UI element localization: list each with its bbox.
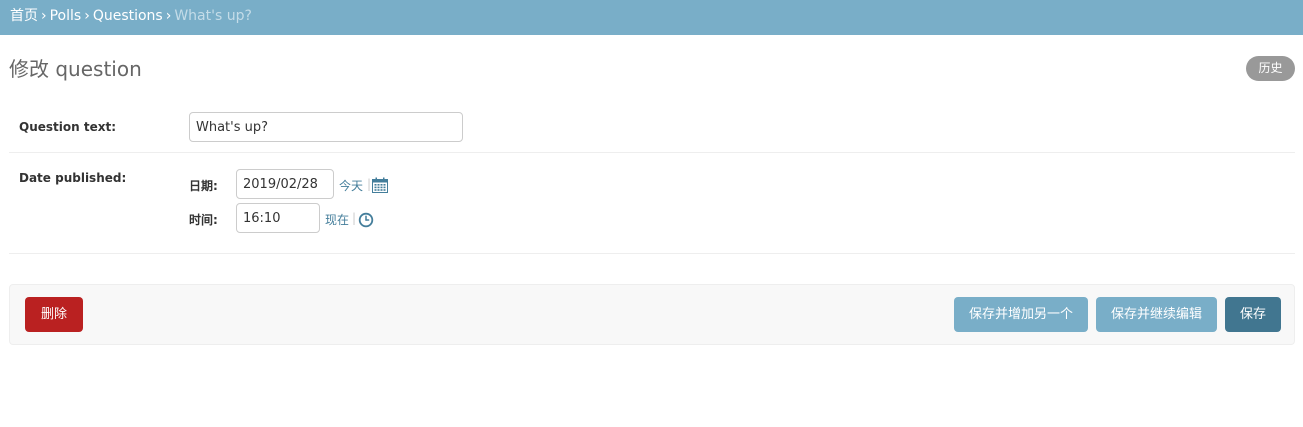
breadcrumb-separator: › bbox=[84, 8, 90, 24]
question-text-row: Question text: bbox=[9, 100, 1295, 153]
history-button[interactable]: 历史 bbox=[1246, 56, 1295, 81]
page-title: 修改 question bbox=[9, 57, 142, 81]
breadcrumb-polls-link[interactable]: Polls bbox=[50, 8, 82, 24]
breadcrumb: 首页 › Polls › Questions › What's up? bbox=[0, 0, 1303, 35]
shortcut-separator: | bbox=[352, 211, 357, 225]
breadcrumb-home-link[interactable]: 首页 bbox=[10, 8, 38, 24]
clock-icon[interactable] bbox=[358, 212, 374, 228]
time-input[interactable] bbox=[236, 203, 320, 233]
save-and-add-another-button[interactable]: 保存并增加另一个 bbox=[954, 297, 1088, 332]
today-link[interactable]: 今天 bbox=[339, 177, 363, 194]
date-input[interactable] bbox=[236, 169, 334, 199]
question-text-input[interactable] bbox=[189, 112, 463, 142]
calendar-icon[interactable] bbox=[372, 177, 388, 193]
question-text-label: Question text: bbox=[19, 120, 116, 134]
breadcrumb-current: What's up? bbox=[174, 8, 252, 24]
save-button[interactable]: 保存 bbox=[1225, 297, 1281, 332]
save-and-continue-button[interactable]: 保存并继续编辑 bbox=[1096, 297, 1217, 332]
date-published-label: Date published: bbox=[19, 171, 127, 185]
date-label: 日期: bbox=[189, 179, 218, 193]
shortcut-separator: | bbox=[367, 177, 372, 191]
time-label: 时间: bbox=[189, 213, 218, 227]
delete-button[interactable]: 删除 bbox=[25, 297, 83, 332]
date-published-row: Date published: 日期: 今天 | 时间: 现在 | bbox=[9, 153, 1295, 254]
now-link[interactable]: 现在 bbox=[325, 211, 349, 228]
breadcrumb-questions-link[interactable]: Questions bbox=[93, 8, 163, 24]
breadcrumb-separator: › bbox=[41, 8, 47, 24]
breadcrumb-separator: › bbox=[165, 8, 172, 24]
submit-row: 删除 保存并增加另一个 保存并继续编辑 保存 bbox=[9, 284, 1295, 345]
